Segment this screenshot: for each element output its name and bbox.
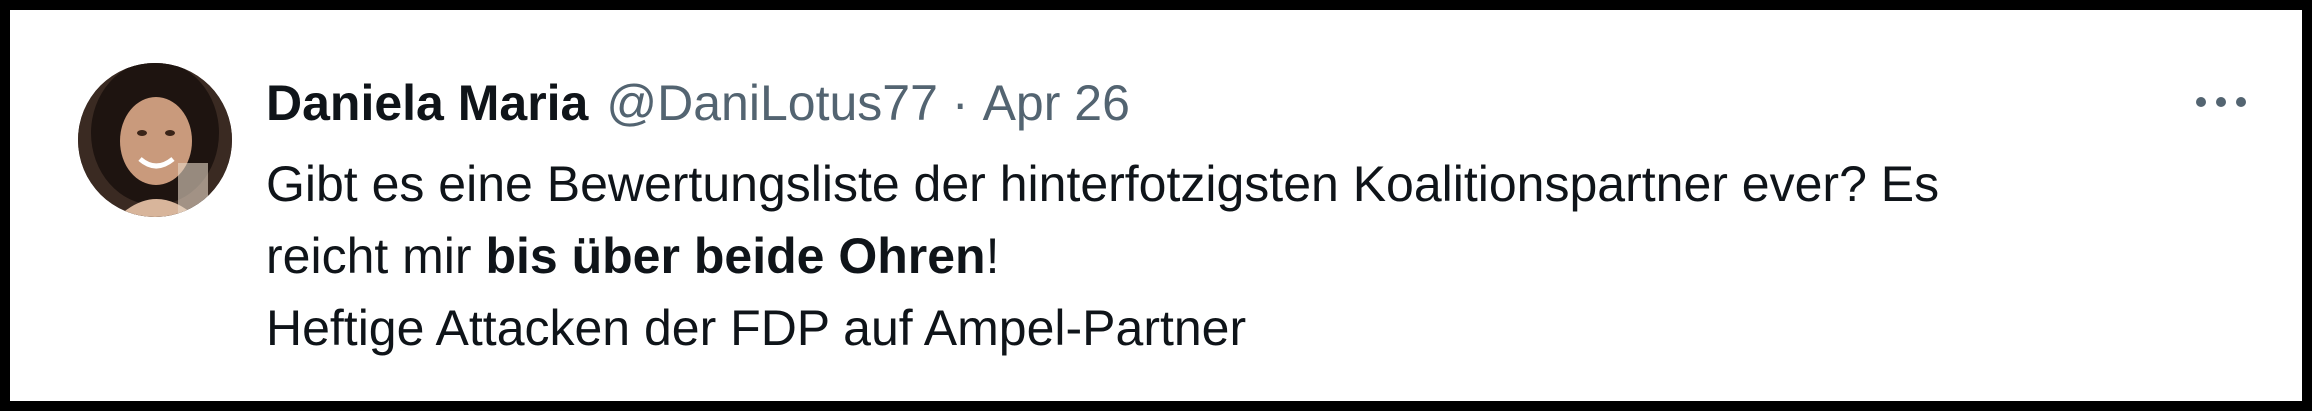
tweet-text-bold-phrase: bis über beide Ohren [485,228,986,284]
tweet-text-line-2-suffix: ! [985,228,1000,284]
tweet-text-line-2: reicht mir bis über beide Ohren! [266,220,2286,292]
author-name[interactable]: Daniela Maria [266,68,588,138]
more-options-button[interactable] [2190,78,2252,126]
tweet-header: Daniela Maria @DaniLotus77 · Apr 26 [266,68,1130,138]
tweet-text-line-1: Gibt es eine Bewertungsliste der hinterf… [266,156,1940,212]
tweet-date[interactable]: Apr 26 [983,68,1130,138]
separator-dot: · [951,75,969,131]
tweet-text-line-3: Heftige Attacken der FDP auf Ampel-Partn… [266,300,1247,356]
tweet-card: Daniela Maria @DaniLotus77 · Apr 26 Gibt… [0,0,2312,411]
tweet-text: Gibt es eine Bewertungsliste der hinterf… [266,148,2286,364]
avatar[interactable] [78,63,232,217]
avatar-photo [78,63,232,217]
tweet-text-line-2-prefix: reicht mir [266,228,486,284]
more-horizontal-icon [2196,97,2246,107]
author-handle[interactable]: @DaniLotus77 [606,68,938,138]
